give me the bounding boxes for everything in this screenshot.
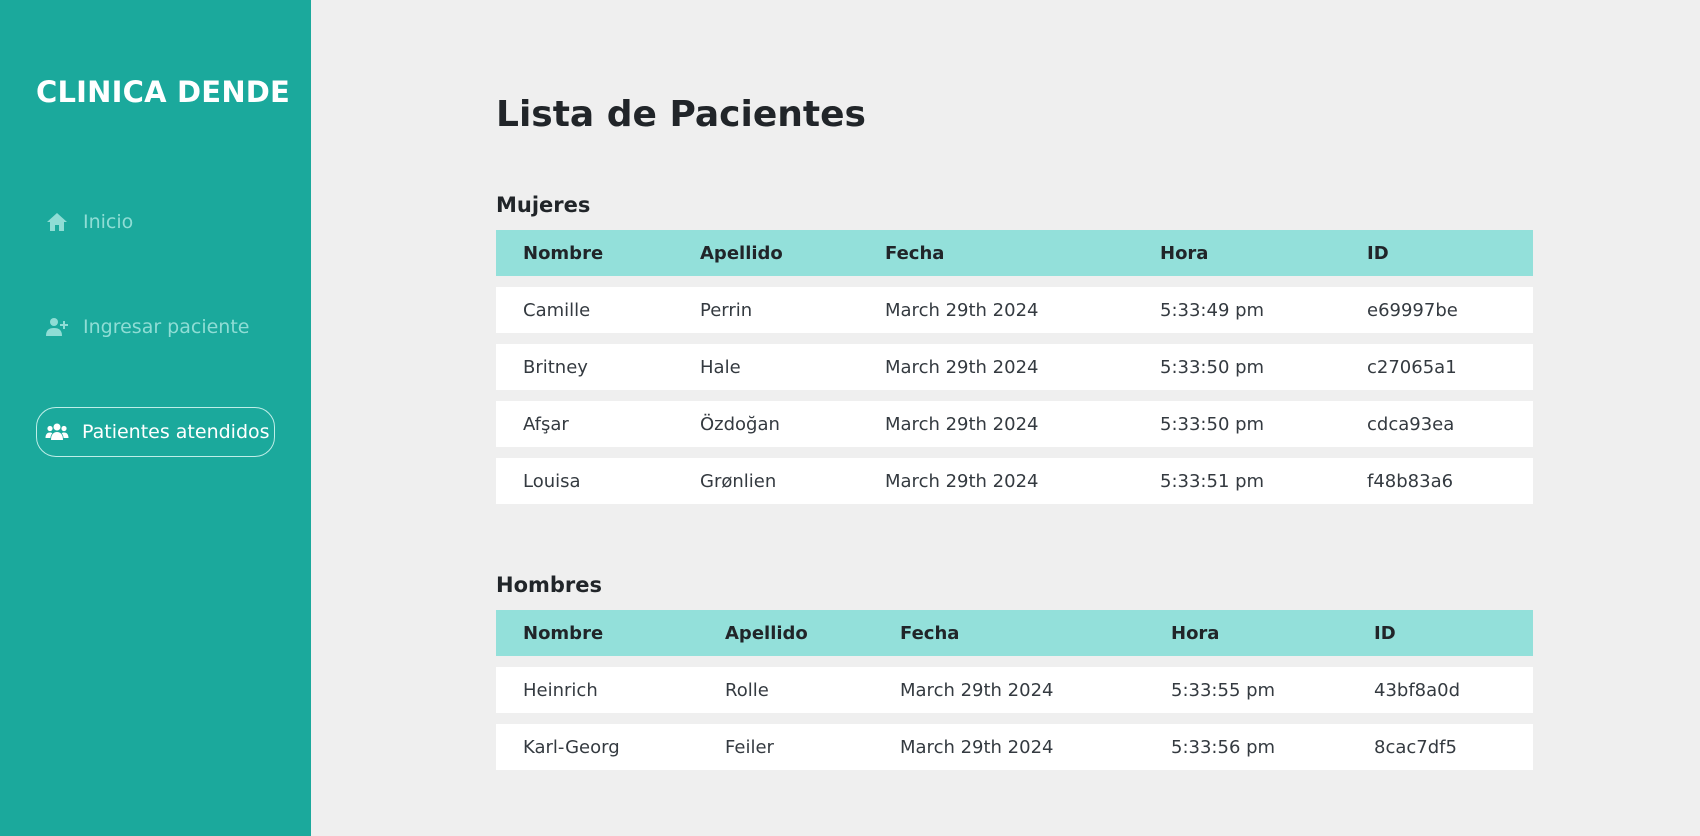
sidebar: CLINICA DENDE Inicio Ingresar paciente P…	[0, 0, 311, 836]
cell-nombre: Afşar	[523, 413, 569, 435]
cell-fecha: March 29th 2024	[900, 736, 1054, 758]
cell-apellido: Rolle	[725, 679, 769, 701]
cell-hora: 5:33:56 pm	[1171, 736, 1276, 758]
cell-nombre: Britney	[523, 356, 588, 378]
column-header: Nombre	[523, 622, 604, 644]
cell-nombre: Heinrich	[523, 679, 598, 701]
cell-apellido: Grønlien	[700, 470, 777, 492]
column-header: Nombre	[523, 242, 604, 264]
column-header: Fecha	[885, 242, 945, 264]
table-row: Afşar Özdoğan March 29th 2024 5:33:50 pm…	[496, 401, 1533, 447]
column-header: Hora	[1160, 242, 1209, 264]
column-header: Apellido	[700, 242, 783, 264]
brand-title: CLINICA DENDE	[36, 75, 291, 109]
cell-fecha: March 29th 2024	[885, 413, 1039, 435]
cell-id: cdca93ea	[1367, 413, 1455, 435]
cell-hora: 5:33:55 pm	[1171, 679, 1276, 701]
cell-hora: 5:33:50 pm	[1160, 413, 1265, 435]
cell-id: 43bf8a0d	[1374, 679, 1461, 701]
home-icon	[44, 209, 70, 235]
column-header: ID	[1374, 622, 1396, 644]
cell-apellido: Perrin	[700, 299, 753, 321]
table-row: Louisa Grønlien March 29th 2024 5:33:51 …	[496, 458, 1533, 504]
cell-hora: 5:33:49 pm	[1160, 299, 1265, 321]
table-header: Nombre Apellido Fecha Hora ID	[496, 610, 1533, 656]
column-header: ID	[1367, 242, 1389, 264]
section-title-mujeres: Mujeres	[496, 193, 591, 217]
cell-fecha: March 29th 2024	[885, 356, 1039, 378]
table-row: Camille Perrin March 29th 2024 5:33:49 p…	[496, 287, 1533, 333]
cell-apellido: Feiler	[725, 736, 774, 758]
cell-hora: 5:33:51 pm	[1160, 470, 1265, 492]
cell-fecha: March 29th 2024	[885, 299, 1039, 321]
cell-fecha: March 29th 2024	[900, 679, 1054, 701]
page-title: Lista de Pacientes	[496, 94, 866, 135]
cell-nombre: Camille	[523, 299, 591, 321]
table-row: Karl-Georg Feiler March 29th 2024 5:33:5…	[496, 724, 1533, 770]
user-plus-icon	[44, 314, 70, 340]
table-row: Britney Hale March 29th 2024 5:33:50 pm …	[496, 344, 1533, 390]
cell-nombre: Karl-Georg	[523, 736, 620, 758]
sidebar-item-label: Inicio	[83, 211, 134, 233]
cell-id: c27065a1	[1367, 356, 1457, 378]
table-row: Heinrich Rolle March 29th 2024 5:33:55 p…	[496, 667, 1533, 713]
cell-id: f48b83a6	[1367, 470, 1454, 492]
app: CLINICA DENDE Inicio Ingresar paciente P…	[0, 0, 1700, 836]
cell-nombre: Louisa	[523, 470, 581, 492]
section-title-hombres: Hombres	[496, 573, 603, 597]
sidebar-item-patientes-atendidos[interactable]: Patientes atendidos	[36, 407, 275, 457]
cell-id: e69997be	[1367, 299, 1458, 321]
sidebar-item-inicio[interactable]: Inicio	[36, 197, 141, 247]
cell-apellido: Hale	[700, 356, 741, 378]
table-hombres: Nombre Apellido Fecha Hora ID Heinrich R…	[496, 610, 1533, 781]
cell-hora: 5:33:50 pm	[1160, 356, 1265, 378]
table-mujeres: Nombre Apellido Fecha Hora ID Camille Pe…	[496, 230, 1533, 515]
column-header: Hora	[1171, 622, 1220, 644]
main-content: Lista de Pacientes Mujeres Nombre Apelli…	[311, 0, 1700, 836]
cell-id: 8cac7df5	[1374, 736, 1457, 758]
cell-fecha: March 29th 2024	[885, 470, 1039, 492]
column-header: Fecha	[900, 622, 960, 644]
sidebar-item-ingresar-paciente[interactable]: Ingresar paciente	[36, 302, 257, 352]
sidebar-item-label: Ingresar paciente	[83, 316, 250, 338]
sidebar-item-label: Patientes atendidos	[82, 421, 270, 443]
table-header: Nombre Apellido Fecha Hora ID	[496, 230, 1533, 276]
cell-apellido: Özdoğan	[700, 413, 780, 435]
users-icon	[45, 419, 69, 445]
column-header: Apellido	[725, 622, 808, 644]
